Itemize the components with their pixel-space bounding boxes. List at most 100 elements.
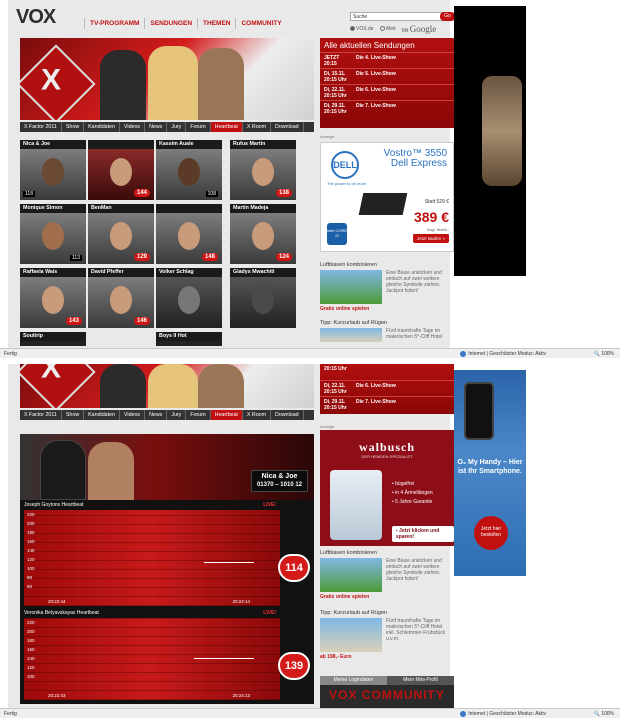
nav-tv-programm[interactable]: TV-PROGRAMM (84, 18, 144, 29)
candidate-card[interactable]: Martin Madeja 124 (230, 204, 296, 264)
sendung-row[interactable]: 20:15 Uhr (320, 364, 454, 380)
tab-logindaten[interactable]: Meine Logindaten (320, 676, 387, 685)
subnav-xroom[interactable]: X Room (243, 122, 272, 132)
heartbeat-graph: Veronika Belyavskayas Heartbeat LIVE! 22… (24, 610, 280, 700)
sendung-row[interactable]: Di, 29.11. 20:15 Uhr Die 7. Live-Show (320, 100, 454, 116)
vox-logo[interactable]: VOX (16, 6, 56, 29)
laptop-image (358, 193, 408, 215)
search-button[interactable]: Go (440, 12, 455, 21)
sendung-row[interactable]: Di, 15.11. 20:15 Uhr Die 5. Live-Show (320, 68, 454, 84)
sendung-row[interactable]: JETZT 20:15 Die 4. Live-Show (320, 52, 454, 68)
candidate-card[interactable]: Soultrip (20, 332, 86, 346)
sendungen-box: Alle aktuellen Sendungen JETZT 20:15 Die 4… (320, 38, 454, 128)
ad-headline: Vostro™ 3550 Dell Express (383, 148, 447, 169)
candidate-nameplate: Nica & Joe 01370 – 1010 12 (250, 470, 308, 492)
candidate-card[interactable]: Nica & Joe 118 (20, 140, 86, 200)
promo-title: Tipp: Kurzurlaub auf Rügen (320, 610, 388, 616)
promo-title: Luftblasen kombinieren (320, 262, 377, 268)
subnav-download[interactable]: Download (271, 410, 304, 420)
candidate-card[interactable]: BenMan 129 (88, 204, 154, 264)
candidate-photo-nica (88, 442, 134, 500)
subnav-forum[interactable]: Forum (186, 410, 211, 420)
subnav-forum[interactable]: Forum (186, 122, 211, 132)
nav-themen[interactable]: THEMEN (197, 18, 235, 29)
radio-vox[interactable]: VOX.de (350, 26, 374, 32)
walbusch-logo: walbusch (358, 440, 416, 454)
promo-ruegen[interactable]: Tipp: Kurzurlaub auf Rügen Fünf traumhaf… (320, 320, 454, 348)
promo-bubbles[interactable]: Luftblasen kombinieren Eine Blase anklic… (320, 262, 454, 316)
x-factor-logo: X (20, 364, 96, 408)
candidate-card[interactable]: Rufus Martin 138 (230, 140, 296, 200)
subnav-heartbeat[interactable]: Heartbeat (210, 122, 243, 132)
tab-mini-profil[interactable]: Mein Mini-Profil (387, 676, 454, 685)
sendung-row[interactable]: Di, 22.11. 20:15 Uhr Die 6. Live-Show (320, 380, 454, 396)
subnav-download[interactable]: Download (271, 122, 304, 132)
sendung-row[interactable]: Di, 22.11. 20:15 Uhr Die 6. Live-Show (320, 84, 454, 100)
radio-web[interactable]: Web (379, 26, 396, 32)
subnav-show[interactable]: Show (62, 122, 85, 132)
xfactor-subnav: X Factor 2011 Show Kandidaten Videos New… (20, 122, 314, 132)
subnav-news[interactable]: News (145, 122, 168, 132)
search-scope: VOX.de Web Mit Google (350, 24, 436, 34)
subnav-jury[interactable]: Jury (167, 410, 187, 420)
heart-count: 124 (275, 253, 292, 261)
subnav-kandidaten[interactable]: Kandidaten (84, 410, 120, 420)
sendungen-title: Alle aktuellen Sendungen (324, 41, 415, 50)
live-indicator: LIVE! (263, 502, 276, 508)
ad-price: 389 € (413, 209, 449, 225)
subnav-videos[interactable]: Videos (120, 122, 146, 132)
heartbeat-line (204, 562, 254, 563)
zoom-control[interactable]: 🔍 100% (594, 351, 614, 357)
heart-count: 144 (133, 189, 150, 197)
subnav-news[interactable]: News (145, 410, 168, 420)
order-button[interactable]: Jetzt hier bestellen (474, 516, 508, 550)
promo-bubbles[interactable]: Luftblasen kombinieren Eine Blase anklic… (320, 550, 454, 604)
buy-button[interactable]: Jetzt kaufen » (412, 234, 449, 243)
candidate-card[interactable]: Nica & Joe144 (88, 140, 154, 200)
jury-member-3 (198, 364, 244, 408)
hero-banner: X (20, 38, 314, 120)
sendung-row[interactable]: Di, 29.11. 20:15 Uhr Die 7. Live-Show (320, 396, 454, 412)
subnav-jury[interactable]: Jury (167, 122, 187, 132)
subnav-heartbeat[interactable]: Heartbeat (210, 410, 243, 420)
promo-link[interactable]: Gratis online spielen (320, 306, 369, 312)
ad-label: Anzeige (320, 424, 335, 429)
candidate-card[interactable]: Boys II Hot (156, 332, 222, 346)
heartbeat-header: Nica & Joe 01370 – 1010 12 (20, 434, 314, 500)
skyscraper-ad[interactable] (454, 6, 526, 276)
subnav-show[interactable]: Show (62, 410, 85, 420)
candidate-card[interactable]: Volker Schlag (156, 268, 222, 328)
promo-link[interactable]: Gratis online spielen (320, 594, 369, 600)
promo-ruegen[interactable]: Tipp: Kurzurlaub auf Rügen Fünf traumhaf… (320, 610, 454, 666)
subnav-xroom[interactable]: X Room (243, 410, 272, 420)
subnav-videos[interactable]: Videos (120, 410, 146, 420)
heart-count: 143 (65, 317, 82, 325)
browser-status-bar: Fertig Internet | Geschützter Modus: Akt… (0, 348, 620, 358)
candidate-card[interactable]: Kassim Auale 108 (156, 140, 222, 200)
jury-member-2 (148, 364, 198, 408)
dell-ad[interactable]: DELL The power to do more Vostro™ 3550 De… (320, 142, 454, 252)
nav-community[interactable]: COMMUNITY (235, 18, 286, 29)
browser-status-bar: Fertig Internet | Geschützter Modus: Akt… (0, 708, 620, 718)
promo-link[interactable]: ab 198,- Euro (320, 654, 351, 660)
candidate-card[interactable]: David Pfeffer 146 (88, 268, 154, 328)
jury-member-3 (198, 48, 244, 120)
nav-sendungen[interactable]: SENDUNGEN (144, 18, 197, 29)
game-image (320, 270, 382, 304)
candidate-card[interactable]: Gladys Mwachiti (230, 268, 296, 328)
x-factor-logo: X (20, 44, 96, 120)
jury-member-1 (100, 364, 146, 408)
smartphone-ad[interactable]: O₂ My Handy – Hier ist Ihr Smartphone. J… (454, 370, 526, 576)
walbusch-ad[interactable]: walbusch DER HEMDEN-SPEZIALIST • bügelfr… (320, 430, 454, 546)
subnav-home[interactable]: X Factor 2011 (20, 122, 62, 132)
zoom-control[interactable]: 🔍 100% (594, 711, 614, 717)
walbusch-cta-button[interactable]: › Jetzt klicken und sparen! (392, 526, 454, 542)
search-input[interactable]: Suche (350, 12, 446, 21)
candidate-card[interactable]: Raffaela Wais 143 (20, 268, 86, 328)
subnav-kandidaten[interactable]: Kandidaten (84, 122, 120, 132)
candidate-card[interactable]: Monique Simon 113 (20, 204, 86, 264)
phone-image (464, 382, 494, 440)
subnav-home[interactable]: X Factor 2011 (20, 410, 62, 420)
candidate-card[interactable]: 148 (156, 204, 222, 264)
ad-features: • bügelfrei • in 4 Ärmellängen • 5 Jahre… (392, 481, 433, 505)
